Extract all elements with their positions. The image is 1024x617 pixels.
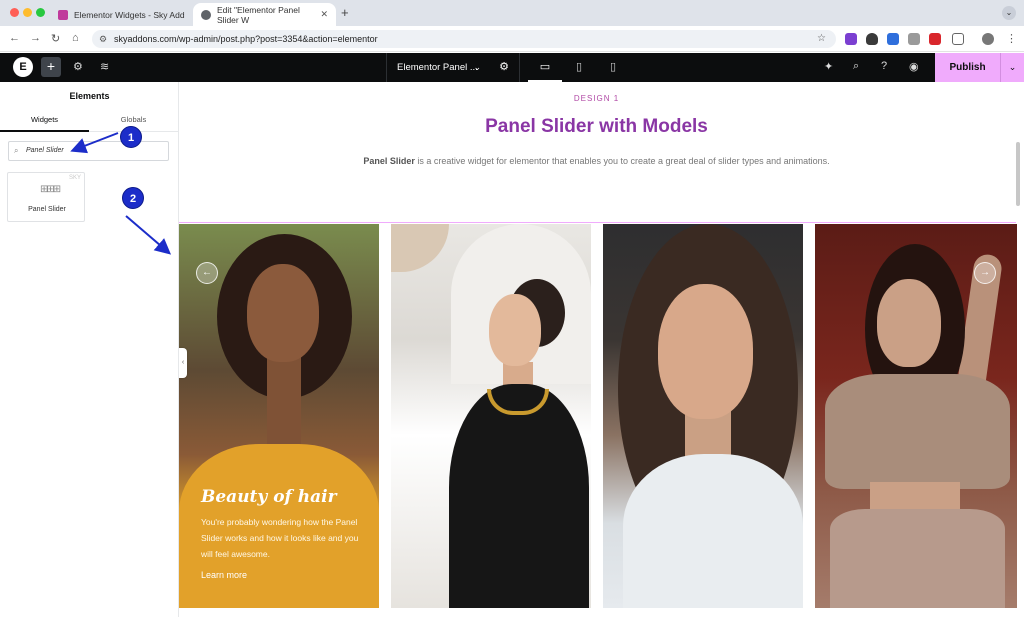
close-window-button[interactable] [10,8,19,17]
url-input[interactable]: ⚙ skyaddons.com/wp-admin/post.php?post=3… [92,30,836,48]
elementor-logo-icon[interactable]: E [13,57,33,77]
description-text: is a creative widget for elementor that … [414,156,830,166]
minimize-window-button[interactable] [23,8,32,17]
page-description[interactable]: Panel Slider is a creative widget for el… [179,156,1014,166]
slider-next-arrow-icon[interactable]: → [974,262,996,284]
tab-search-chevron-icon[interactable]: ⌄ [1002,6,1016,20]
browser-tab-bar: Elementor Widgets - Sky Add Edit "Elemen… [0,0,1024,26]
slide-text: You're probably wondering how the Panel … [201,517,359,559]
page-title[interactable]: Panel Slider with Models [179,116,1014,138]
document-title: Elementor Panel ... [397,62,478,73]
reload-icon[interactable]: ↻ [51,32,60,45]
tab-widgets[interactable]: Widgets [0,110,89,132]
site-settings-icon[interactable]: ⚙ [73,60,83,73]
collapse-panel-chevron-icon[interactable]: ‹ [179,348,187,378]
close-tab-icon[interactable]: ✕ [320,9,328,20]
puzzle-extensions-icon[interactable] [952,33,964,45]
shield-extension-icon[interactable] [866,33,878,45]
panel-title: Elements [69,91,110,101]
browser-address-bar: ← → ↻ ⌂ ⚙ skyaddons.com/wp-admin/post.ph… [0,26,1024,52]
slide-panel-3[interactable] [603,224,803,608]
model-image [489,294,541,366]
home-icon[interactable]: ⌂ [72,32,79,44]
elements-panel: Elements Widgets Globals ⌕ Panel Slider … [0,82,179,617]
panel-tabs: Widgets Globals [0,110,179,132]
tablet-view-icon[interactable]: ▯ [562,53,596,82]
slider-prev-arrow-icon[interactable]: ← [196,262,218,284]
site-favicon-icon [58,9,68,20]
widget-label: Panel Slider [28,206,66,213]
document-settings[interactable]: Elementor Panel ... ⌄ ⚙ [386,53,520,82]
model-image [877,279,941,367]
model-image [391,224,449,272]
help-icon[interactable]: ? [881,60,887,72]
learn-more-link[interactable]: Learn more [201,570,247,580]
more-menu-icon[interactable]: ⋮ [1006,32,1017,45]
mobile-view-icon[interactable]: ▯ [596,53,630,82]
publish-options-chevron-icon[interactable]: ⌄ [1000,53,1024,82]
browser-tab-1[interactable]: Elementor Widgets - Sky Add [50,3,193,26]
extension-icon[interactable] [908,33,920,45]
editor-canvas: DESIGN 1 Panel Slider with Models Panel … [179,82,1024,617]
model-image [658,284,753,419]
publish-button[interactable]: Publish [935,53,1000,82]
step-badge-1: 1 [120,126,142,148]
structure-layers-icon[interactable]: ≋ [100,60,109,73]
bookmark-star-icon[interactable]: ☆ [817,30,826,48]
url-text: skyaddons.com/wp-admin/post.php?post=335… [114,34,378,44]
model-image [449,384,589,608]
panel-slider-widget[interactable]: SKY ⊞⊞⊞ Panel Slider [7,172,85,222]
add-element-button[interactable]: + [41,57,61,77]
extension-icon[interactable] [929,33,941,45]
chevron-down-icon[interactable]: ⌄ [473,53,481,82]
preview-eye-icon[interactable]: ◉ [909,60,919,73]
tab-label: Elementor Widgets - Sky Add [74,9,185,20]
search-icon: ⌕ [14,146,19,155]
site-info-icon[interactable]: ⚙ [99,30,107,48]
section-eyebrow: DESIGN 1 [573,94,620,103]
forward-arrow-icon[interactable]: → [30,32,41,44]
scrollbar[interactable] [1016,142,1020,206]
widget-search-input[interactable]: ⌕ Panel Slider [8,141,169,161]
translate-extension-icon[interactable] [887,33,899,45]
browser-tab-2[interactable]: Edit "Elementor Panel Slider W ✕ [193,3,336,26]
step-badge-2: 2 [122,187,144,209]
maximize-window-button[interactable] [36,8,45,17]
sky-badge: SKY [68,175,81,181]
model-image [267,354,301,449]
slide-title: Beauty of hair [201,487,337,507]
globe-favicon-icon [201,9,211,20]
search-value: Panel Slider [26,147,64,154]
whats-new-rocket-icon[interactable]: ✦ [824,60,833,73]
description-bold: Panel Slider [363,156,415,166]
model-image [825,374,1010,489]
tab-label: Edit "Elementor Panel Slider W [217,4,300,25]
elementor-top-bar: E + ⚙ ≋ Elementor Panel ... ⌄ ⚙ ▭ ▯ ▯ ✦ … [0,53,1024,82]
section-outline [179,222,1016,223]
back-arrow-icon[interactable]: ← [9,32,20,44]
new-tab-button[interactable]: + [341,5,349,20]
model-image [830,509,1005,608]
model-image [247,264,319,362]
slide-panel-2[interactable] [391,224,591,608]
desktop-view-icon[interactable]: ▭ [528,53,562,82]
extension-icon[interactable] [845,33,857,45]
model-image [623,454,803,608]
profile-avatar[interactable] [982,33,994,45]
search-icon[interactable]: ⌕ [853,60,859,73]
page-settings-gear-icon[interactable]: ⚙ [499,53,509,82]
panel-slider-widget-icon: ⊞⊞⊞ [40,184,61,195]
